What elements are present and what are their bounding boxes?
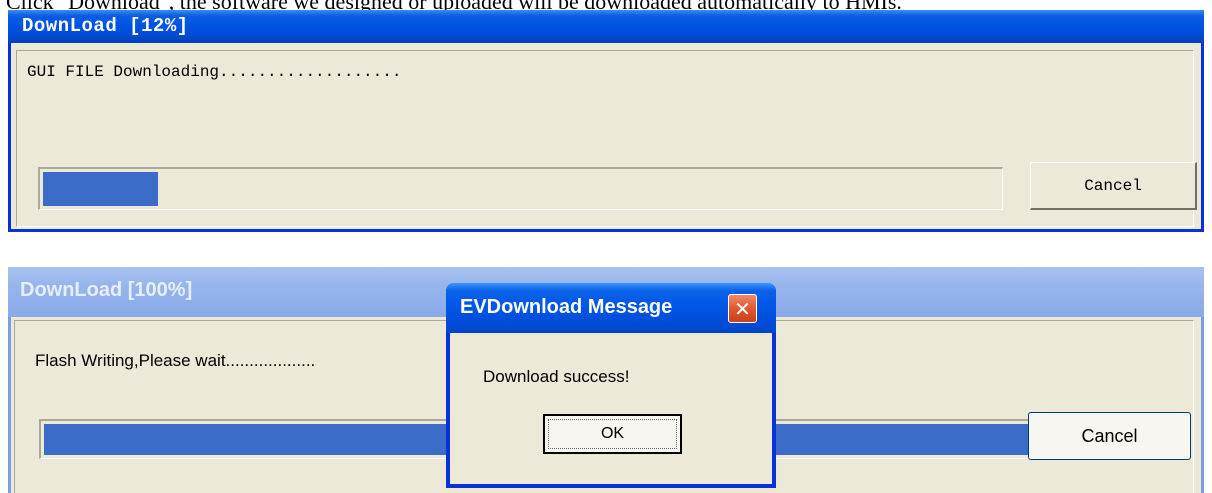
cancel-button[interactable]: Cancel <box>1028 412 1191 460</box>
dialog-title: EVDownload Message <box>460 296 673 318</box>
download-window-12: DownLoad [12%] GUI FILE Downloading.....… <box>8 10 1204 232</box>
dialog-titlebar[interactable]: EVDownload Message ✕ <box>446 283 776 333</box>
dialog-message: Download success! <box>483 367 630 386</box>
message-dialog: EVDownload Message ✕ Download success! O… <box>446 283 776 488</box>
status-message: Flash Writing,Please wait...............… <box>35 351 316 370</box>
cancel-button[interactable]: Cancel <box>1030 162 1197 210</box>
progress-bar <box>38 167 1003 210</box>
window-titlebar[interactable]: DownLoad [12%] <box>8 10 1204 43</box>
progress-fill <box>43 172 158 206</box>
ok-button[interactable]: OK <box>543 414 682 454</box>
window-title: DownLoad [12%] <box>22 15 189 37</box>
status-message: GUI FILE Downloading................... <box>27 63 402 81</box>
close-icon[interactable]: ✕ <box>728 294 757 323</box>
window-title: DownLoad [100%] <box>20 279 193 301</box>
